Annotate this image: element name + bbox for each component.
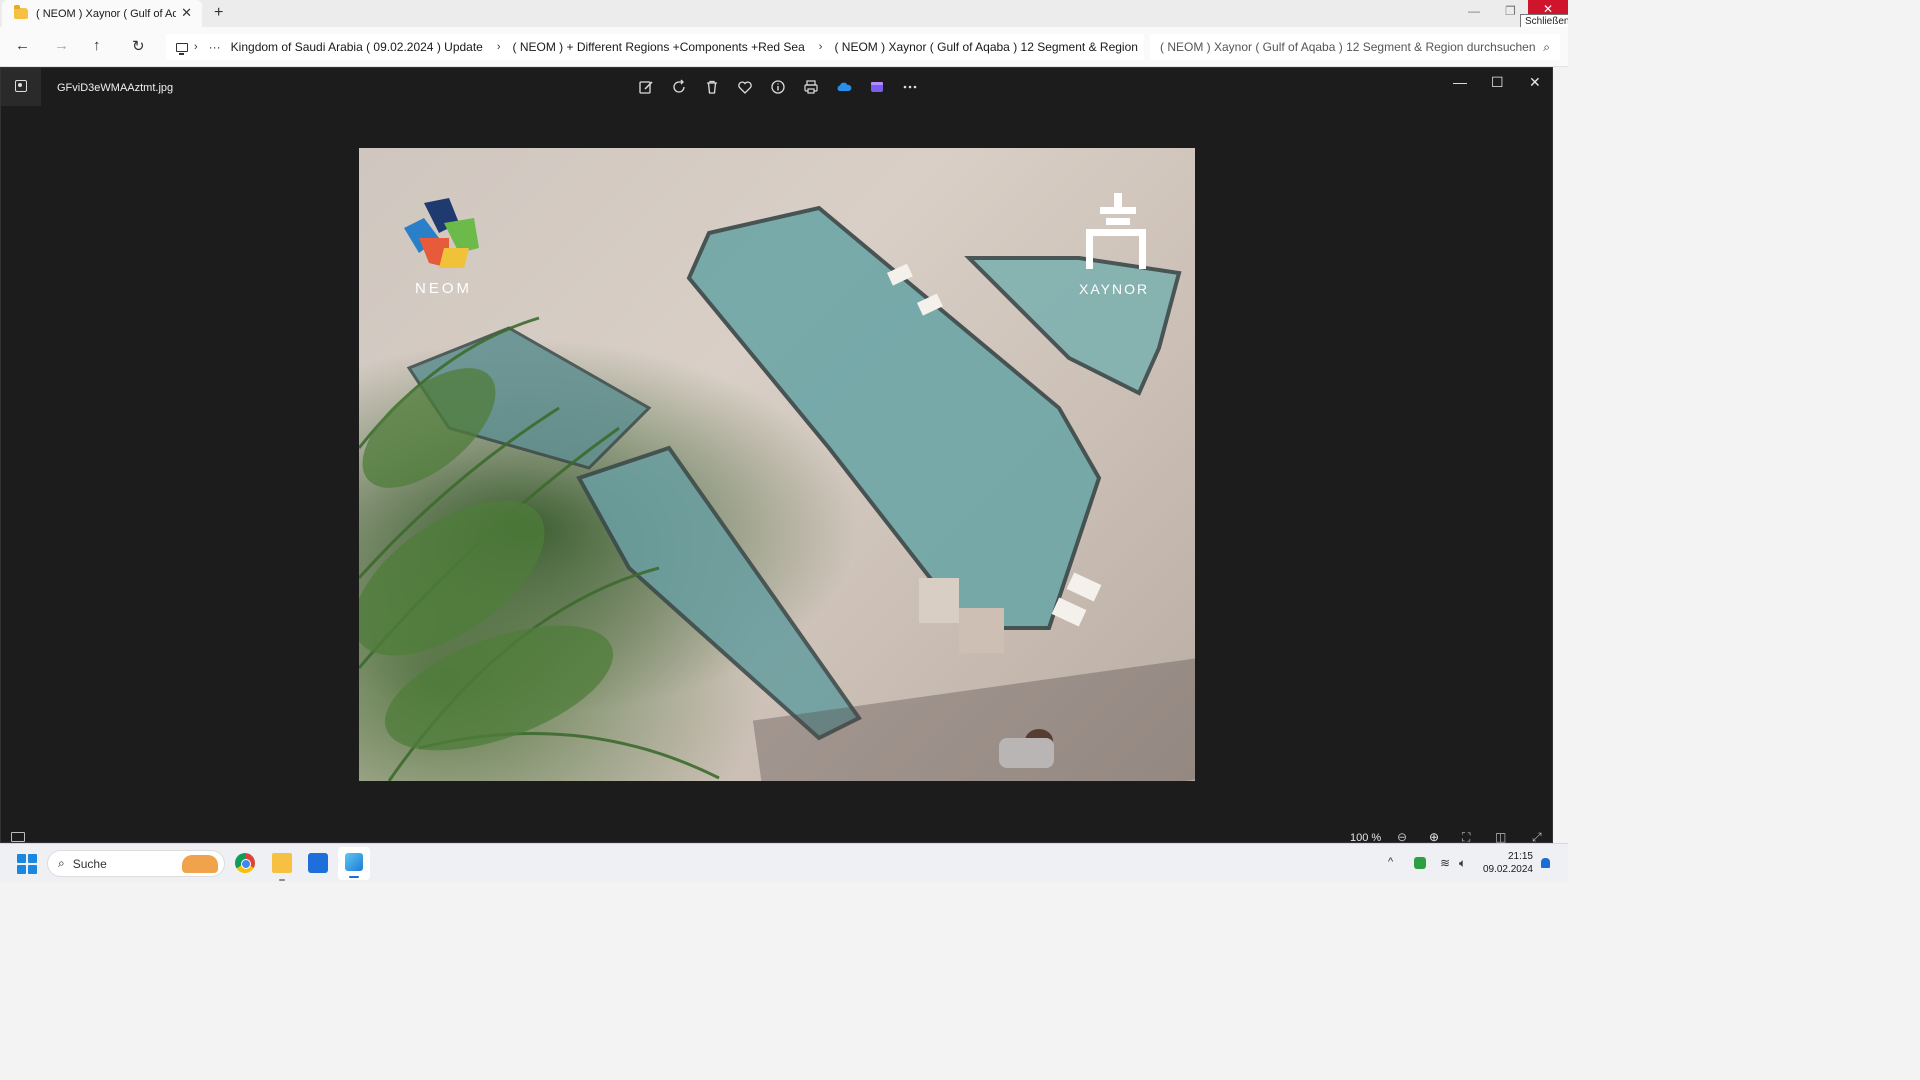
file-name: GFviD3eWMAAztmt.jpg bbox=[57, 82, 174, 94]
this-pc-icon[interactable] bbox=[176, 42, 188, 55]
clipchamp-icon[interactable] bbox=[867, 78, 887, 96]
notification-bell-icon[interactable] bbox=[1541, 858, 1550, 868]
desktop: ( NEOM ) Xaynor ( Gulf of Aqa ✕ + — ❐ ✕ … bbox=[0, 0, 1568, 882]
viewer-toolbar bbox=[636, 78, 920, 96]
photos-icon bbox=[15, 80, 27, 92]
print-icon[interactable] bbox=[801, 78, 821, 96]
onedrive-icon[interactable] bbox=[834, 78, 854, 96]
explorer-tabbar: ( NEOM ) Xaynor ( Gulf of Aqa ✕ + — ❐ ✕ … bbox=[0, 0, 1568, 29]
viewer-statusbar: 100 % ⊖ ⊕ ⛶ ◫ ⤢ bbox=[1, 824, 1552, 844]
taskbar: ⌕ Suche ^ ≋ 🔈︎ 21:15 09.02.2024 bbox=[0, 843, 1568, 882]
clock-time: 21:15 bbox=[1507, 851, 1533, 862]
windows-logo-icon bbox=[17, 854, 26, 863]
explorer-restore-button[interactable]: ❐ bbox=[1505, 4, 1516, 18]
edit-icon[interactable] bbox=[636, 78, 656, 96]
compare-icon[interactable]: ◫ bbox=[1495, 830, 1506, 844]
explorer-minimize-button[interactable]: — bbox=[1468, 4, 1480, 18]
wifi-icon[interactable]: ≋ bbox=[1440, 856, 1450, 870]
filmstrip-icon[interactable] bbox=[11, 832, 25, 842]
explorer-tab[interactable]: ( NEOM ) Xaynor ( Gulf of Aqa ✕ bbox=[2, 0, 202, 27]
chrome-icon[interactable] bbox=[235, 853, 255, 873]
photos-app-icon-button[interactable] bbox=[1, 68, 41, 106]
taskbar-search-label: Suche bbox=[72, 856, 107, 871]
photos-taskbar-button[interactable] bbox=[338, 847, 370, 880]
explorer-addressbar: ← → ↑ ↻ › ··· Kingdom of Saudi Arabia ( … bbox=[0, 27, 1568, 67]
running-indicator bbox=[279, 879, 285, 881]
search-highlight-icon bbox=[182, 855, 218, 873]
file-explorer-icon[interactable] bbox=[272, 853, 292, 873]
info-icon[interactable] bbox=[768, 78, 788, 96]
viewer-close-button[interactable]: ✕ bbox=[1529, 74, 1541, 91]
search-icon: ⌕ bbox=[1543, 40, 1550, 54]
volume-icon[interactable]: 🔈︎ bbox=[1459, 856, 1466, 871]
folder-search-input[interactable]: ( NEOM ) Xaynor ( Gulf of Aqaba ) 12 Seg… bbox=[1150, 34, 1560, 60]
zoom-in-icon[interactable]: ⊕ bbox=[1429, 830, 1439, 844]
search-icon: ⌕ bbox=[58, 856, 65, 870]
chevron-right-icon: › bbox=[194, 41, 198, 53]
photos-viewer-window: GFviD3eWMAAztmt.jpg — ☐ ✕ NEOM XAYNOR 10… bbox=[0, 67, 1553, 844]
favorite-icon[interactable] bbox=[735, 78, 755, 96]
neom-logo bbox=[404, 198, 479, 268]
breadcrumb-item[interactable]: ( NEOM ) + Different Regions +Components… bbox=[513, 40, 805, 54]
chevron-right-icon: › bbox=[818, 41, 823, 53]
tab-close-icon[interactable]: ✕ bbox=[181, 5, 192, 21]
xaynor-logo bbox=[1086, 193, 1146, 269]
active-indicator bbox=[349, 876, 359, 878]
back-button[interactable]: ← bbox=[15, 37, 30, 54]
xaynor-logo-text: XAYNOR bbox=[1079, 281, 1150, 297]
up-button[interactable]: ↑ bbox=[93, 37, 101, 54]
microsoft-store-icon[interactable] bbox=[308, 853, 328, 873]
photo-image[interactable]: NEOM XAYNOR bbox=[359, 148, 1195, 781]
forward-button[interactable]: → bbox=[54, 37, 69, 54]
new-tab-button[interactable]: + bbox=[214, 4, 223, 22]
folder-icon bbox=[14, 5, 28, 19]
viewer-maximize-button[interactable]: ☐ bbox=[1491, 74, 1504, 91]
clock-date: 09.02.2024 bbox=[1482, 864, 1533, 875]
viewer-minimize-button[interactable]: — bbox=[1453, 74, 1467, 90]
search-placeholder: ( NEOM ) Xaynor ( Gulf of Aqaba ) 12 Seg… bbox=[1160, 40, 1536, 54]
breadcrumb-more[interactable]: ··· bbox=[209, 40, 221, 54]
neom-logo-text: NEOM bbox=[415, 280, 472, 297]
refresh-button[interactable]: ↻ bbox=[132, 37, 145, 55]
start-button[interactable] bbox=[17, 854, 37, 874]
viewer-titlebar: GFviD3eWMAAztmt.jpg — ☐ ✕ bbox=[1, 68, 1552, 106]
rotate-icon[interactable] bbox=[669, 78, 689, 96]
more-icon[interactable] bbox=[900, 78, 920, 96]
photos-icon bbox=[345, 853, 363, 871]
breadcrumb-item[interactable]: ( NEOM ) Xaynor ( Gulf of Aqaba ) 12 Seg… bbox=[834, 40, 1137, 54]
zoom-out-icon[interactable]: ⊖ bbox=[1397, 830, 1407, 844]
breadcrumb-item[interactable]: Kingdom of Saudi Arabia ( 09.02.2024 ) U… bbox=[231, 40, 483, 54]
security-icon[interactable] bbox=[1414, 857, 1426, 869]
taskbar-search-input[interactable]: ⌕ Suche bbox=[47, 850, 225, 877]
show-hidden-icons-chevron-icon[interactable]: ^ bbox=[1388, 856, 1393, 868]
tab-title: ( NEOM ) Xaynor ( Gulf of Aqa bbox=[36, 7, 176, 20]
clock[interactable]: 21:15 09.02.2024 bbox=[1478, 850, 1533, 876]
chevron-right-icon: › bbox=[496, 41, 501, 53]
delete-icon[interactable] bbox=[702, 78, 722, 96]
breadcrumb[interactable]: › ··· Kingdom of Saudi Arabia ( 09.02.20… bbox=[166, 34, 1144, 60]
